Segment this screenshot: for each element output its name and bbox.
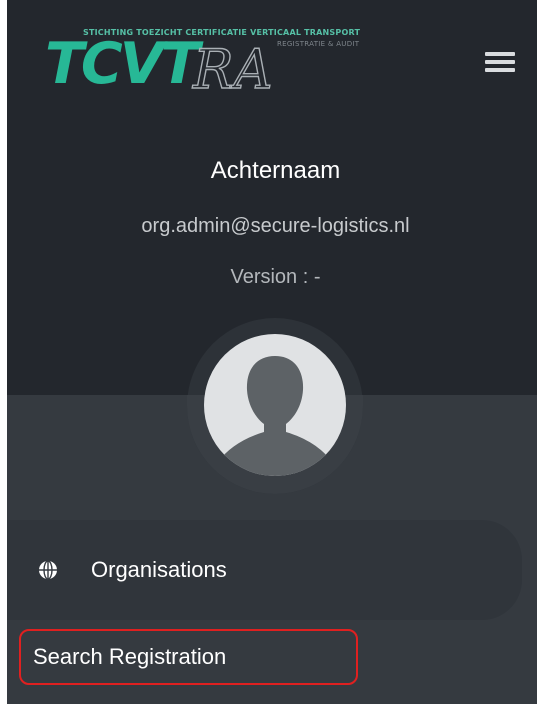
user-name: Achternaam [210, 157, 341, 184]
hamburger-icon[interactable] [485, 52, 515, 74]
brand-logo-sub-small: REGISTRATIE & AUDIT [277, 40, 360, 48]
sidebar: STICHTING TOEZICHT CERTIFICATIE VERTICAA… [7, 0, 537, 704]
hamburger-line [485, 52, 515, 56]
brand-logo-main: TCVT [45, 31, 200, 97]
version-text: Version : - [230, 266, 321, 288]
sidebar-item-label: Search Registration [33, 644, 227, 669]
user-silhouette-icon [218, 356, 332, 476]
brand-logo[interactable]: STICHTING TOEZICHT CERTIFICATIE VERTICAA… [45, 28, 445, 102]
brand-logo-sub: RA [192, 37, 273, 101]
hamburger-line [485, 60, 515, 64]
hamburger-line [485, 68, 515, 72]
avatar[interactable] [204, 334, 346, 476]
app-window: STICHTING TOEZICHT CERTIFICATIE VERTICAA… [0, 0, 537, 704]
sidebar-item-organisations[interactable]: Organisations [37, 545, 487, 595]
globe-icon [37, 559, 59, 581]
sidebar-item-label: Organisations [91, 557, 227, 582]
sidebar-item-search-registration[interactable]: Search Registration [19, 629, 358, 685]
user-email: org.admin@secure-logistics.nl [141, 215, 410, 237]
